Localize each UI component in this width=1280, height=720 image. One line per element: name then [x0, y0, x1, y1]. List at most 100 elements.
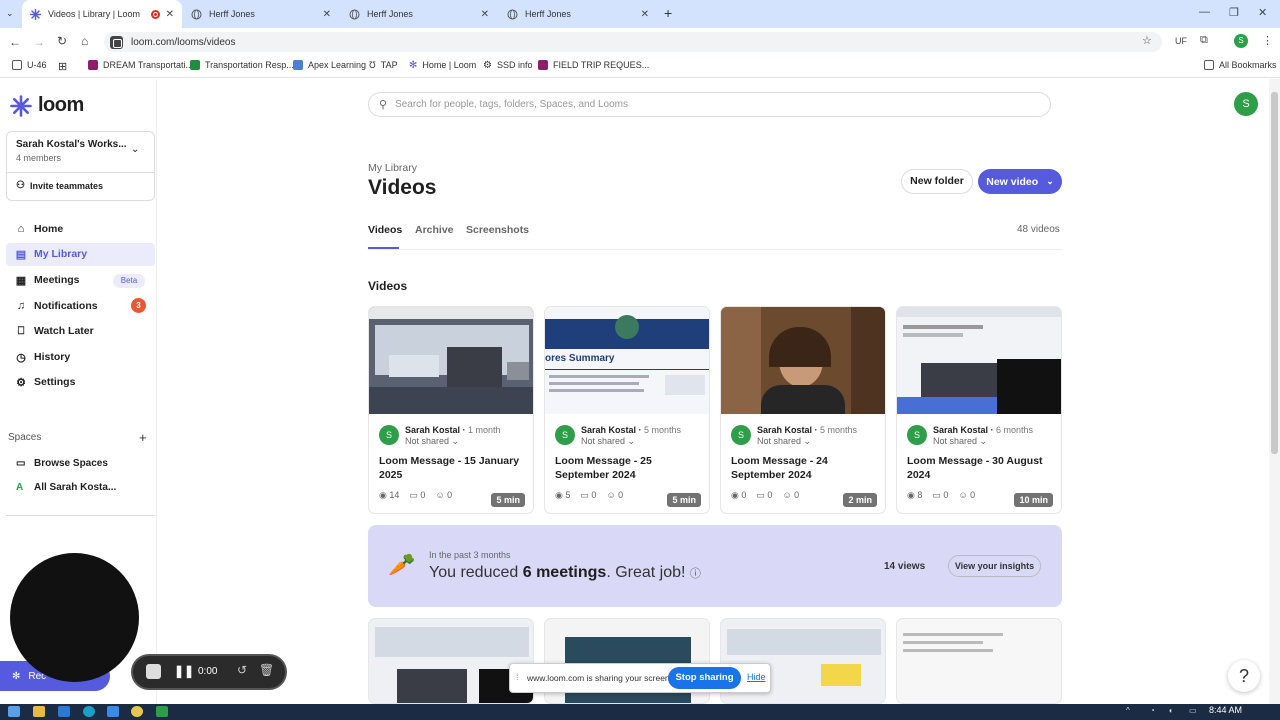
- video-thumbnail[interactable]: [369, 307, 533, 414]
- user-avatar[interactable]: S: [1234, 92, 1258, 116]
- browser-tab-active[interactable]: Videos | Library | Loom ✕: [22, 0, 182, 28]
- home-icon[interactable]: ⌂: [81, 34, 88, 48]
- mail-icon[interactable]: [58, 706, 70, 717]
- share-status[interactable]: Not shared ⌄: [757, 436, 811, 447]
- breadcrumb[interactable]: My Library: [368, 162, 417, 174]
- browser-tab[interactable]: Herff Jones ✕: [341, 0, 497, 28]
- info-icon[interactable]: ⓘ: [690, 568, 701, 580]
- sheets-icon[interactable]: [156, 706, 168, 717]
- bookmark-item[interactable]: DREAM Transportati...: [88, 60, 193, 70]
- card-title[interactable]: Loom Message - 25 September 2024: [555, 454, 705, 482]
- share-status[interactable]: Not shared ⌄: [933, 436, 987, 447]
- invite-teammates-button[interactable]: ⚇ Invite teammates: [16, 180, 103, 191]
- new-tab-plus-icon[interactable]: +: [664, 5, 672, 21]
- hide-link[interactable]: Hide: [747, 672, 766, 682]
- card-title[interactable]: Loom Message - 24 September 2024: [731, 454, 881, 482]
- restore-icon[interactable]: ❐: [1229, 6, 1239, 19]
- video-thumbnail[interactable]: [721, 307, 885, 414]
- bookmark-item[interactable]: FIELD TRIP REQUES...: [538, 60, 649, 70]
- site-info-icon[interactable]: [110, 35, 123, 49]
- translate-icon[interactable]: UF: [1175, 36, 1187, 46]
- tray-chevron-icon[interactable]: ^: [1126, 706, 1130, 715]
- tab-screenshots[interactable]: Screenshots: [466, 224, 529, 236]
- restart-icon[interactable]: ↺: [237, 663, 247, 677]
- start-icon[interactable]: [8, 706, 20, 717]
- trash-icon[interactable]: 🗑: [259, 663, 274, 677]
- address-bar[interactable]: loom.com/looms/videos: [104, 32, 1162, 52]
- edge-icon[interactable]: [83, 706, 95, 717]
- video-card[interactable]: [896, 618, 1062, 704]
- sidebar-item-home[interactable]: ⌂ Home: [14, 218, 64, 240]
- video-thumbnail[interactable]: ores Summary: [545, 307, 709, 414]
- tab-archive[interactable]: Archive: [415, 224, 454, 236]
- stop-recording-button[interactable]: [146, 664, 161, 679]
- browse-spaces[interactable]: ▭ Browse Spaces: [16, 458, 108, 469]
- tab-videos[interactable]: Videos: [368, 224, 402, 236]
- network-icon[interactable]: ◔: [1150, 706, 1155, 715]
- volume-icon[interactable]: ◖: [1168, 706, 1173, 715]
- drag-handle-icon[interactable]: ⁞: [516, 672, 519, 682]
- video-card[interactable]: 2 min S Sarah Kostal · 5 months Not shar…: [720, 306, 886, 514]
- minimize-icon[interactable]: —: [1199, 6, 1210, 18]
- bookmark-item[interactable]: ⚙ SSD info: [483, 60, 533, 71]
- bookmark-item[interactable]: ✻ Home | Loom: [409, 60, 476, 71]
- space-item[interactable]: A All Sarah Kosta...: [16, 482, 116, 493]
- sidebar-item-watch-later[interactable]: ⎕ Watch Later: [14, 320, 94, 342]
- share-status[interactable]: Not shared ⌄: [581, 436, 635, 447]
- video-card[interactable]: 10 min S Sarah Kostal · 6 months Not sha…: [896, 306, 1062, 514]
- camera-bubble[interactable]: [10, 553, 139, 682]
- new-video-button[interactable]: New video ⌄: [978, 169, 1062, 194]
- tab-close-icon[interactable]: ✕: [641, 9, 649, 20]
- bookmark-item[interactable]: Apex Learning: [293, 60, 366, 70]
- video-thumbnail[interactable]: [897, 307, 1061, 414]
- loom-favicon-icon: ✻: [409, 60, 418, 71]
- profile-avatar[interactable]: S: [1234, 34, 1248, 48]
- section-title: Videos: [368, 279, 408, 293]
- bookmark-item[interactable]: U-46: [12, 60, 47, 70]
- chrome-icon[interactable]: [131, 706, 143, 717]
- extensions-icon[interactable]: ⧉: [1200, 34, 1208, 47]
- all-bookmarks[interactable]: All Bookmarks: [1204, 60, 1277, 70]
- app-icon[interactable]: [107, 706, 119, 717]
- file-explorer-icon[interactable]: [33, 706, 45, 717]
- spaces-icon: ▭: [16, 458, 26, 469]
- video-card[interactable]: ores Summary 5 min S Sarah Kostal · 5 mo…: [544, 306, 710, 514]
- back-arrow-icon[interactable]: ←: [9, 35, 21, 49]
- browser-tab[interactable]: Herff Jones ✕: [499, 0, 657, 28]
- sidebar-item-my-library[interactable]: ▤ My Library: [14, 243, 87, 265]
- chevron-down-icon[interactable]: ⌄: [131, 144, 139, 155]
- share-status[interactable]: Not shared ⌄: [405, 436, 459, 447]
- tab-close-icon[interactable]: ✕: [166, 9, 174, 20]
- sidebar-item-settings[interactable]: ⚙ Settings: [14, 371, 75, 393]
- pause-icon[interactable]: ❚❚: [174, 664, 194, 678]
- sidebar-item-notifications[interactable]: ♫ Notifications: [14, 295, 98, 317]
- tab-close-icon[interactable]: ✕: [323, 9, 331, 20]
- bookmark-star-icon[interactable]: ☆: [1142, 34, 1152, 47]
- sidebar-item-meetings[interactable]: ▦ Meetings: [14, 269, 80, 291]
- card-title[interactable]: Loom Message - 30 August 2024: [907, 454, 1057, 482]
- recording-indicator-icon: [151, 9, 160, 19]
- card-title[interactable]: Loom Message - 15 January 2025: [379, 454, 529, 482]
- search-bar[interactable]: ⚲ Search for people, tags, folders, Spac…: [368, 92, 1051, 117]
- stop-sharing-button[interactable]: Stop sharing: [668, 667, 741, 689]
- battery-icon[interactable]: ▭: [1189, 706, 1197, 715]
- eye-icon: ◉: [907, 490, 915, 500]
- window-close-icon[interactable]: ✕: [1258, 6, 1267, 19]
- new-folder-button[interactable]: New folder: [901, 169, 973, 194]
- scrollbar-thumb[interactable]: [1271, 92, 1278, 454]
- video-card[interactable]: 5 min S Sarah Kostal · 1 month Not share…: [368, 306, 534, 514]
- browser-tab[interactable]: Herff Jones ✕: [183, 0, 339, 28]
- bookmark-item[interactable]: Ʊ TAP: [369, 60, 398, 70]
- tab-close-icon[interactable]: ✕: [481, 9, 489, 20]
- sidebar-item-history[interactable]: ◷ History: [14, 346, 70, 368]
- forward-arrow-icon[interactable]: →: [33, 35, 45, 49]
- browser-menu-icon[interactable]: ⋮: [1262, 34, 1273, 47]
- apps-grid-icon[interactable]: ⊞: [58, 60, 67, 73]
- bookmark-item[interactable]: Transportation Resp...: [190, 60, 294, 70]
- tab-search-chevron-icon[interactable]: ⌄: [6, 8, 14, 19]
- reload-icon[interactable]: ↻: [57, 34, 67, 48]
- loom-logo[interactable]: loom: [10, 94, 84, 117]
- view-insights-button[interactable]: View your insights: [948, 555, 1041, 577]
- add-space-icon[interactable]: +: [139, 430, 147, 445]
- help-button[interactable]: ?: [1228, 660, 1260, 692]
